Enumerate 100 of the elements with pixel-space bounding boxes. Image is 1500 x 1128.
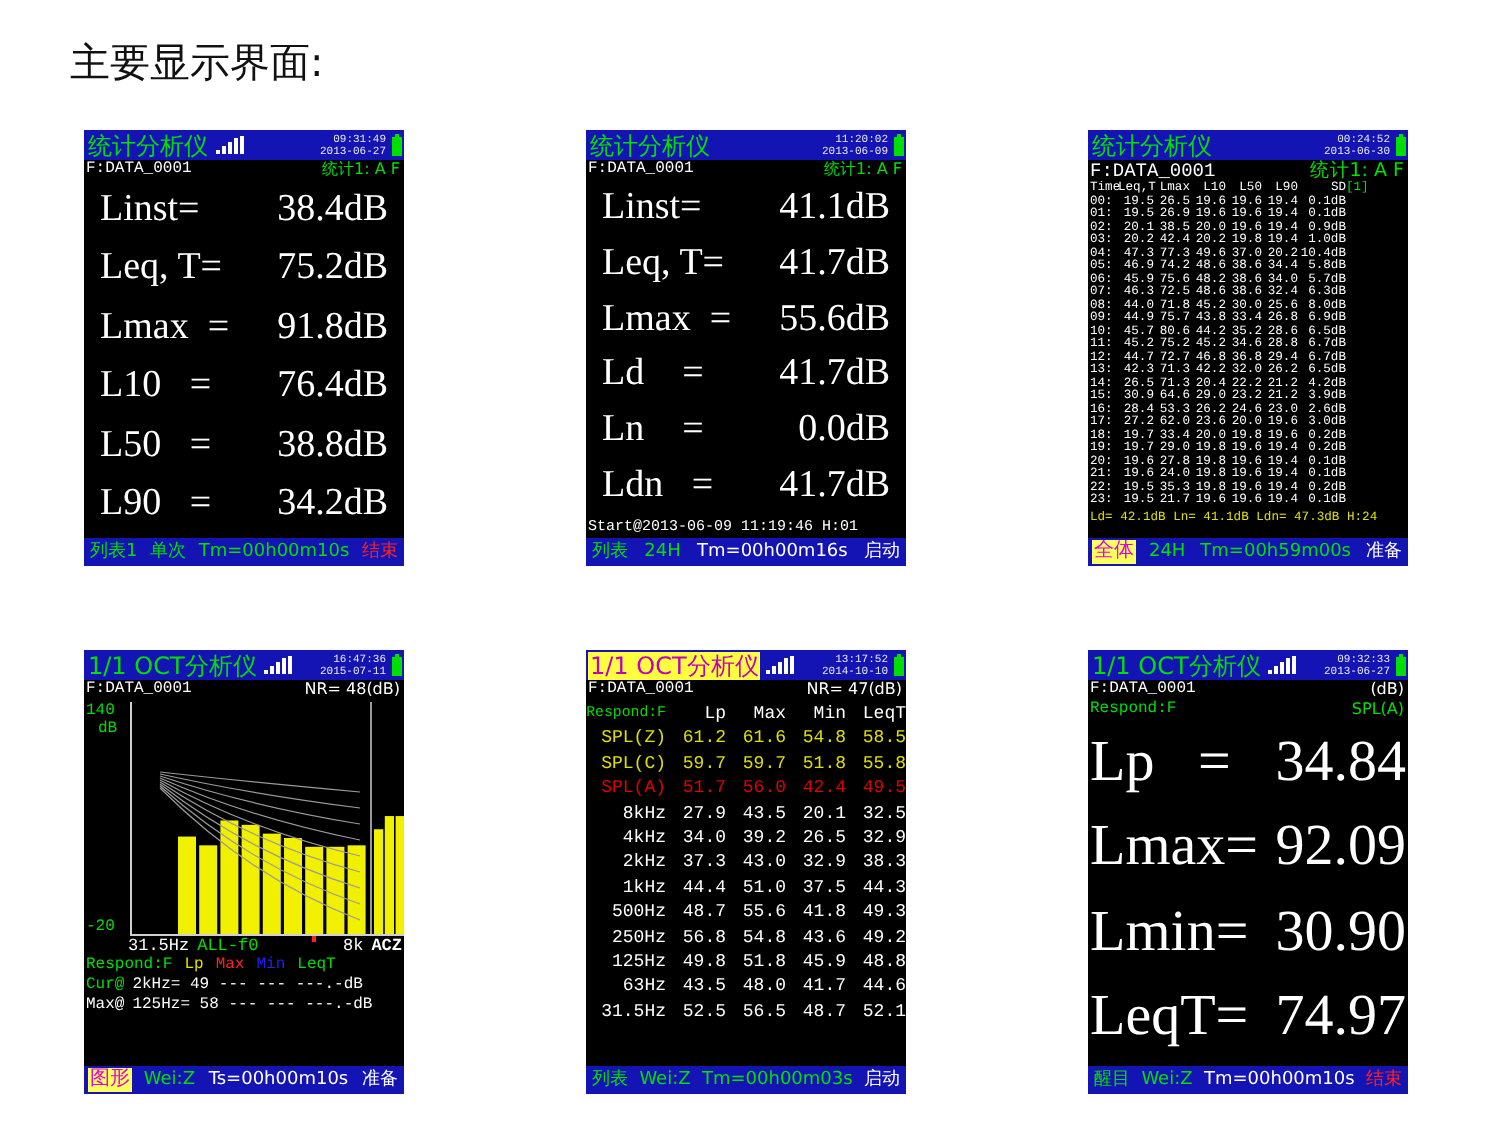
soft-key-label[interactable]: 图形	[88, 1068, 132, 1092]
soft-key-label[interactable]: Tm=00h00m16s	[695, 540, 850, 564]
battery-icon	[894, 654, 904, 676]
soft-key-label[interactable]: 醒目	[1092, 1068, 1132, 1092]
soft-key-label[interactable]: Wei:Z	[141, 1068, 197, 1092]
table-cell-text: 59.7	[680, 751, 726, 777]
reading-value: 34.84	[1275, 730, 1406, 795]
table-cell-text: 48.8	[860, 950, 906, 975]
file-name: F:DATA_0001	[1090, 680, 1196, 700]
reading-label: Lmax=	[1090, 814, 1258, 879]
soft-key-label[interactable]: 列表	[590, 1068, 630, 1092]
reading-value: 30.90	[1275, 899, 1406, 964]
legend-item: Max	[215, 956, 245, 976]
soft-key-label[interactable]: 24H	[642, 540, 683, 564]
reading-value: 74.97	[1275, 983, 1406, 1048]
table-cell-text: 37.5	[800, 875, 846, 901]
reading-label: Leq, T=	[602, 241, 725, 286]
table-cell-text: 48.7	[800, 999, 846, 1025]
soft-key-label[interactable]: 列表1	[88, 540, 140, 564]
screen-title: 统计分析仪	[1090, 131, 1214, 159]
cursor-reading: 125Hz= 58 --- --- ---.-dB	[132, 996, 373, 1016]
band-label: 31.5Hz	[599, 999, 666, 1025]
soft-key-label[interactable]: 单次	[148, 540, 189, 564]
band-label: 63Hz	[620, 974, 666, 1000]
table-cell-text: 58.5	[860, 726, 906, 752]
axis-label: ALL-f0	[197, 936, 259, 956]
reading-label: Linst=	[100, 187, 200, 232]
reading-label: L10 =	[100, 364, 212, 409]
weighting-label: SPL(A)	[1351, 700, 1404, 720]
reading-label: Lmax =	[100, 305, 230, 350]
table-cell-text: 26.5	[800, 826, 846, 851]
battery-icon	[1396, 134, 1406, 156]
soft-key-label[interactable]: 24H	[1146, 540, 1188, 564]
soft-key-label[interactable]: Wei:Z	[637, 1068, 693, 1092]
table-cell-text: 56.0	[740, 776, 786, 802]
battery-icon	[894, 134, 904, 156]
screen-title: 1/1 OCT分析仪	[86, 651, 259, 679]
table-cell-text: 51.0	[740, 875, 786, 901]
screen-title: 1/1 OCT分析仪	[588, 651, 761, 679]
table-cell-text: 20.1	[800, 801, 846, 827]
table-cell-text: 43.5	[680, 974, 726, 1000]
soft-key-label[interactable]: Tm=00h59m00s	[1198, 540, 1353, 564]
band-label: 8kHz	[620, 801, 666, 827]
table-cell-text: 51.7	[680, 776, 726, 802]
cursor-label: Cur@	[86, 976, 125, 996]
legend-item: Lp	[184, 956, 204, 976]
reading-label: Lmin=	[1090, 899, 1249, 964]
soft-key-label[interactable]: Wei:Z	[1139, 1068, 1195, 1092]
reading-value: 41.7dB	[779, 241, 890, 286]
reading-value: 75.2dB	[277, 246, 388, 291]
soft-key-label[interactable]: 全体	[1092, 540, 1136, 564]
reading-value: 34.2dB	[277, 482, 388, 527]
reading-label: Linst=	[602, 185, 702, 230]
band-label: 500Hz	[609, 900, 666, 926]
soft-key-label[interactable]: Tm=00h00m10s	[196, 540, 352, 564]
reading-value: 92.09	[1275, 814, 1406, 879]
reading-value: 41.7dB	[779, 352, 890, 397]
soft-key-label[interactable]: Tm=00h00m03s	[699, 1068, 855, 1092]
table-cell-text: 49.8	[680, 950, 726, 975]
table-cell-text: 61.2	[680, 726, 726, 752]
cursor-marker[interactable]	[312, 936, 316, 942]
table-cell-text: 32.9	[800, 850, 846, 876]
table-cell-text: 48.7	[680, 900, 726, 926]
table-cell-text: 61.6	[740, 726, 786, 752]
battery-icon	[392, 654, 402, 676]
table-cell-text: 54.8	[740, 925, 786, 951]
axis-unit: dB	[96, 720, 118, 738]
table-cell-text: 44.4	[680, 875, 726, 901]
reading-value: 41.1dB	[779, 185, 890, 230]
table-cell-text: 41.7	[800, 974, 846, 1000]
reading-label: L90 =	[100, 482, 212, 527]
battery-icon	[392, 134, 402, 156]
soft-key-label[interactable]: 启动	[861, 540, 902, 564]
table-cell-text: 51.8	[800, 751, 846, 777]
table-cell-text: 42.4	[800, 776, 846, 802]
soft-key-label[interactable]: 启动	[862, 1068, 902, 1092]
mode-text: (dB)	[1370, 680, 1404, 700]
legend-item: Min	[256, 956, 286, 976]
column-header: LeqT	[860, 702, 906, 727]
table-cell-text: 45.9	[800, 950, 846, 975]
soft-key-label[interactable]: 准备	[1363, 540, 1404, 564]
reading-label: Lp =	[1090, 730, 1231, 795]
table-cell-text: 49.2	[860, 925, 906, 951]
band-label: 2kHz	[620, 850, 666, 876]
soft-key-label[interactable]: 准备	[360, 1068, 400, 1092]
soft-key-label[interactable]: Ts=00h00m10s	[206, 1068, 351, 1092]
reading-label: Ldn =	[602, 464, 714, 509]
soft-key-label[interactable]: 列表	[590, 540, 630, 564]
page-heading: 主要显示界面:	[68, 36, 326, 90]
reading-label: Ld =	[602, 352, 704, 397]
legend-item: LeqT	[297, 956, 336, 976]
soft-key-label[interactable]: Tm=00h00m10s	[1201, 1068, 1357, 1092]
band-label: 250Hz	[609, 925, 666, 951]
table-cell-text: 44.3	[860, 875, 906, 901]
table-cell-text: 34.0	[680, 826, 726, 851]
table-cell-text: 43.5	[740, 801, 786, 827]
table-cell-text: 49.5	[860, 776, 906, 802]
table-cell-text: 32.9	[860, 826, 906, 851]
band-label: 1kHz	[620, 875, 666, 901]
table-cell-text: 43.6	[800, 925, 846, 951]
